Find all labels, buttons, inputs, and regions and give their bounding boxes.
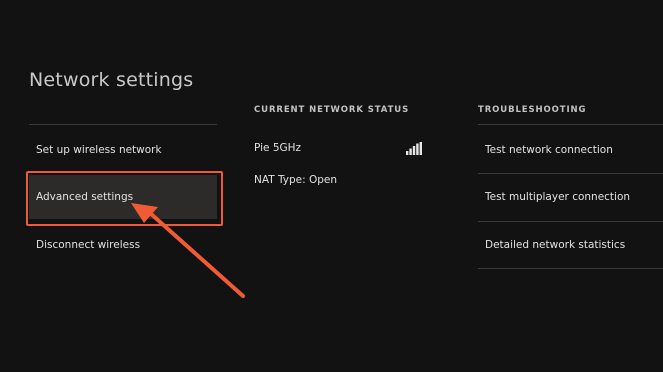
signal-bars-icon: [406, 142, 422, 155]
detailed-network-statistics-item[interactable]: Detailed network statistics: [478, 223, 663, 267]
troubleshooting-divider: [478, 221, 663, 222]
highlight-box: [26, 171, 223, 226]
page-title: Network settings: [29, 69, 194, 91]
nat-type: NAT Type: Open: [254, 174, 338, 186]
troubleshooting-heading: TROUBLESHOOTING: [478, 105, 587, 115]
status-heading: CURRENT NETWORK STATUS: [254, 105, 410, 115]
network-name: Pie 5GHz: [254, 142, 302, 154]
troubleshooting-divider: [478, 268, 663, 269]
troubleshooting-divider: [478, 124, 663, 125]
menu-item-disconnect-wireless[interactable]: Disconnect wireless: [29, 223, 217, 267]
title-divider: [29, 124, 217, 125]
menu-item-setup-wireless[interactable]: Set up wireless network: [29, 128, 217, 172]
test-multiplayer-connection-item[interactable]: Test multiplayer connection: [478, 175, 663, 219]
troubleshooting-divider: [478, 173, 663, 174]
test-network-connection-item[interactable]: Test network connection: [478, 128, 663, 172]
